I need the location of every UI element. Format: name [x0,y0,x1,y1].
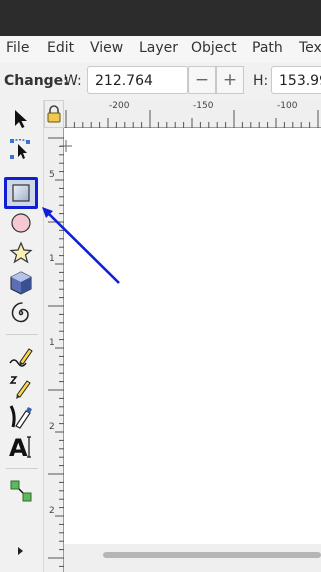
3d-box-tool[interactable] [6,268,36,298]
calligraphy-tool[interactable] [6,402,36,432]
node-edit-icon [10,139,30,159]
calligraphy-icon [9,405,32,429]
width-decrement-button[interactable]: − [188,66,216,94]
window-titlebar [0,0,321,36]
width-increment-button[interactable]: + [216,66,244,94]
selector-tool[interactable] [6,104,36,134]
ruler-label: 2 [49,506,55,516]
star-tool[interactable] [6,238,36,268]
tool-controls-bar: Change: W: 212.764 − + H: 153.99 [0,62,321,101]
pen-tool[interactable] [6,372,36,402]
node-tool[interactable] [6,134,36,164]
lock-icon [47,105,61,123]
menu-text[interactable]: Tex [299,40,321,56]
3d-box-icon [10,271,32,295]
connector-icon [10,480,32,502]
height-label: H: [253,73,269,89]
ruler-label: -200 [109,101,130,111]
chevron-right-icon [18,547,23,555]
pencil-icon [9,348,33,367]
toolbox-expand-icon[interactable] [10,536,30,566]
height-input[interactable]: 153.99 [271,66,321,94]
spiral-tool[interactable] [6,298,36,328]
menu-edit[interactable]: Edit [47,40,74,56]
toolbox-separator [6,334,38,335]
pen-icon [9,376,31,399]
menu-file[interactable]: File [6,40,29,56]
width-input[interactable]: 212.764 [87,66,188,94]
menu-path[interactable]: Path [252,40,283,56]
horizontal-scrollbar-thumb[interactable] [103,552,321,558]
horizontal-scrollbar[interactable] [64,544,321,572]
rectangle-icon [12,184,30,202]
svg-text:A: A [9,434,28,461]
ruler-label: -100 [277,101,298,111]
rectangle-tool[interactable] [4,177,38,209]
menu-view[interactable]: View [90,40,123,56]
arrow-icon [15,110,27,128]
spiral-icon [11,302,29,323]
ruler-label: 1 [49,254,55,264]
height-value: 153.99 [279,73,321,89]
guide-lock-button[interactable] [44,100,64,128]
change-label: Change: [4,73,69,89]
vertical-ruler: 5 1 1 2 2 [44,128,64,572]
menu-object[interactable]: Object [191,40,237,56]
ruler-label: 1 [49,338,55,348]
width-value: 212.764 [95,73,153,89]
width-label: W: [64,73,82,89]
toolbox: A [0,100,44,572]
ellipse-tool[interactable] [6,208,36,238]
pencil-tool[interactable] [6,342,36,372]
menu-bar: File Edit View Layer Object Path Tex [0,36,321,62]
page-corner-marker [60,140,72,152]
ruler-label: 5 [49,170,55,180]
menu-layer[interactable]: Layer [139,40,178,56]
horizontal-ruler: -200 -150 -100 [64,100,321,128]
drawing-canvas[interactable] [60,128,321,544]
ruler-label: 2 [49,422,55,432]
connector-tool[interactable] [6,476,36,506]
text-icon: A [9,434,31,461]
star-icon [9,241,33,264]
ellipse-icon [11,213,31,233]
toolbox-separator [6,468,38,469]
ruler-label: -150 [193,101,214,111]
text-tool[interactable]: A [6,432,36,462]
